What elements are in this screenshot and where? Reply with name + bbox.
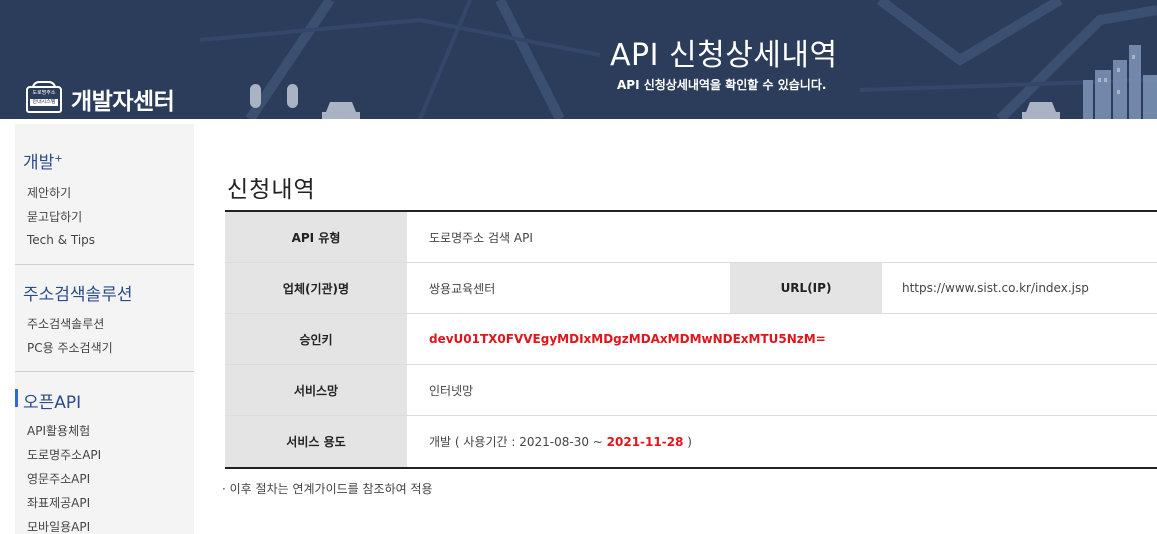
road-address-logo-icon: 도로명주소 안내시스템 [26, 80, 62, 113]
sidebar: 개발+ 제안하기 묻고답하기 Tech & Tips 주소검색솔루션 주소검색솔… [15, 124, 194, 534]
approval-key-value: devU01TX0FVVEgyMDIxMDgzMDAxMDMwNDExMTU5N… [429, 332, 826, 346]
usage-period-suffix: ) [683, 434, 692, 449]
sidebar-item-mobile-api[interactable]: 모바일용API [27, 518, 90, 534]
logo-text: 개발자센터 [71, 89, 175, 115]
sidebar-item-qna[interactable]: 묻고답하기 [27, 208, 82, 225]
sidebar-section-dev-label: 개발 [23, 153, 55, 173]
table-row: 서비스 용도 개발 ( 사용기간 : 2021-08-30 ~ 2021-11-… [225, 416, 1157, 467]
site-header: 도로명주소 안내시스템 개발자센터 API 신청상세내역 API 신청상세내역을… [0, 0, 1157, 119]
company-label: 업체(기관)명 [225, 263, 407, 313]
sidebar-divider [15, 264, 194, 265]
service-network-value: 인터넷망 [429, 383, 474, 398]
guide-note: · 이후 절차는 연계가이드를 참조하여 적용 [222, 482, 433, 496]
sidebar-divider [15, 371, 194, 372]
sidebar-item-pc-search[interactable]: PC용 주소검색기 [27, 339, 113, 356]
sidebar-item-address-solution[interactable]: 주소검색솔루션 [27, 315, 104, 332]
usage-end-date: 2021-11-28 [606, 434, 684, 449]
page-title: API 신청상세내역 [610, 38, 838, 73]
application-detail-table: API 유형 도로명주소 검색 API 업체(기관)명 쌍용교육센터 URL(I… [225, 210, 1157, 469]
logo-badge-line1: 도로명주소 [32, 89, 56, 96]
sidebar-item-tech-tips[interactable]: Tech & Tips [27, 233, 95, 247]
table-row: 업체(기관)명 쌍용교육센터 URL(IP) https://www.sist.… [225, 263, 1157, 314]
service-usage-label: 서비스 용도 [225, 416, 407, 467]
sidebar-item-road-api[interactable]: 도로명주소API [27, 446, 101, 463]
table-row: 서비스망 인터넷망 [225, 365, 1157, 416]
sidebar-item-api-trial[interactable]: API활용체험 [27, 422, 90, 439]
developer-center-logo[interactable]: 도로명주소 안내시스템 개발자센터 [26, 80, 175, 116]
approval-key-label: 승인키 [225, 314, 407, 364]
service-network-label: 서비스망 [225, 365, 407, 415]
api-type-value: 도로명주소 검색 API [429, 230, 533, 245]
sidebar-item-proposal[interactable]: 제안하기 [27, 184, 71, 201]
sidebar-section-open-api[interactable]: 오픈API [23, 388, 81, 413]
sidebar-item-english-api[interactable]: 영문주소API [27, 470, 90, 487]
url-value: https://www.sist.co.kr/index.jsp [902, 281, 1089, 295]
api-type-label: API 유형 [225, 212, 407, 262]
table-row: API 유형 도로명주소 검색 API [225, 212, 1157, 263]
service-usage-value: 개발 ( 사용기간 : 2021-08-30 ~ 2021-11-28 ) [407, 416, 1157, 467]
sidebar-section-dev[interactable]: 개발+ [23, 148, 63, 173]
sidebar-section-address-solution[interactable]: 주소검색솔루션 [23, 280, 132, 305]
company-value: 쌍용교육센터 [429, 281, 496, 296]
expand-plus-icon: + [54, 153, 63, 165]
section-title: 신청내역 [227, 177, 316, 203]
logo-badge-line2: 안내시스템 [30, 98, 58, 106]
table-row: 승인키 devU01TX0FVVEgyMDIxMDgzMDAxMDMwNDExM… [225, 314, 1157, 365]
sidebar-active-indicator [15, 389, 18, 407]
sidebar-item-coordinate-api[interactable]: 좌표제공API [27, 494, 90, 511]
page-subtitle: API 신청상세내역을 확인할 수 있습니다. [617, 78, 827, 92]
car-icon [322, 102, 1060, 119]
usage-period-prefix: 개발 ( 사용기간 : 2021-08-30 ~ [429, 435, 607, 449]
url-label: URL(IP) [730, 263, 882, 313]
